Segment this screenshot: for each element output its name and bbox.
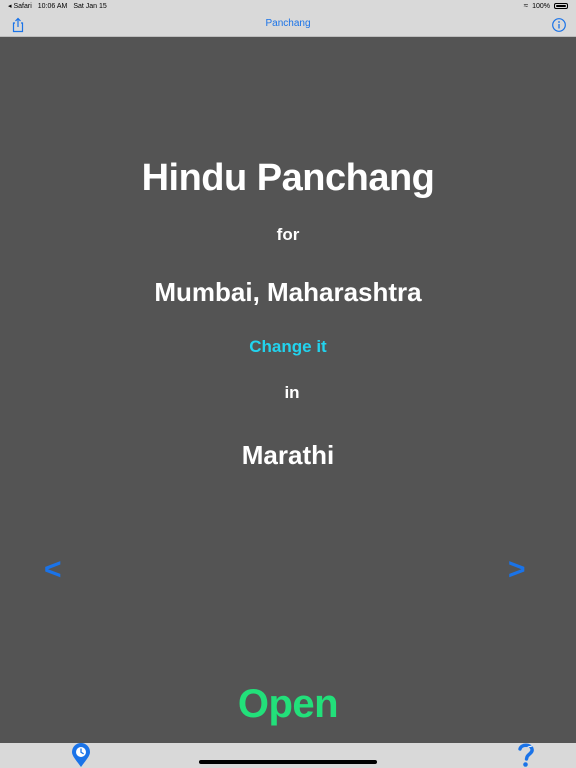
wifi-icon: ≈ (523, 1, 529, 10)
in-label: in (284, 383, 300, 402)
page-title: Hindu Panchang (141, 157, 435, 199)
battery-percent: 100% (532, 2, 550, 10)
change-city-link[interactable]: Change it (0, 337, 576, 357)
city-name: Mumbai, Maharashtra (154, 277, 422, 307)
status-date: Sat Jan 15 (73, 2, 107, 10)
navigation-bar: Panchang (0, 13, 576, 37)
nav-title: Panchang (265, 18, 311, 29)
status-time: 10:06 AM (37, 2, 68, 10)
back-to-app-link[interactable]: ◂ Safari (8, 2, 32, 10)
open-button[interactable]: Open (0, 682, 576, 727)
for-label: for (276, 225, 300, 244)
next-button[interactable]: > (508, 553, 526, 587)
help-icon[interactable] (514, 743, 538, 768)
info-icon[interactable] (551, 17, 567, 33)
battery-icon (554, 3, 568, 9)
status-bar: ◂ Safari 10:06 AM Sat Jan 15 ≈ 100% (0, 0, 576, 13)
location-clock-icon[interactable] (70, 743, 92, 768)
previous-button[interactable]: < (44, 553, 62, 587)
main-content: Hindu Panchang for Mumbai, Maharashtra C… (0, 37, 576, 743)
home-indicator (199, 760, 377, 764)
language-name: Marathi (241, 440, 335, 470)
bottom-toolbar (0, 743, 576, 768)
